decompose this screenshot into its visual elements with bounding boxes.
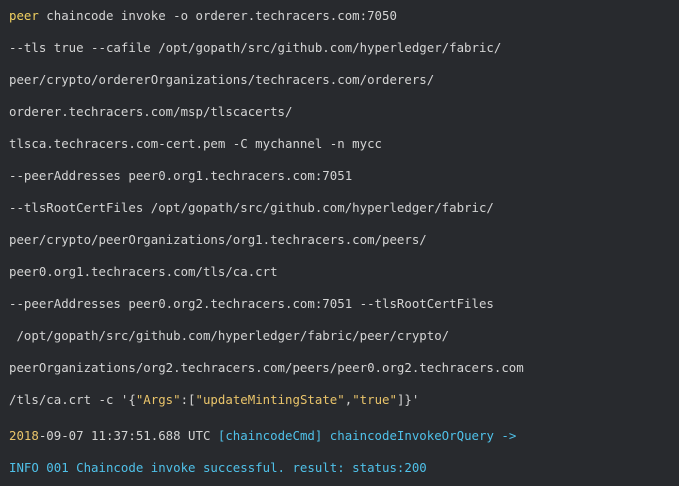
terminal-text-segment: --peerAddresses peer0.org2.techracers.co… — [9, 296, 494, 311]
terminal-line: /opt/gopath/src/github.com/hyperledger/f… — [9, 328, 449, 344]
terminal-text-segment: /tls/ca.crt -c '{ — [9, 392, 136, 407]
terminal-line: peer/crypto/peerOrganizations/org1.techr… — [9, 232, 427, 248]
terminal-text-segment: --tlsRootCertFiles /opt/gopath/src/githu… — [9, 200, 494, 215]
terminal-line: INFO 001 Chaincode invoke successful. re… — [9, 460, 427, 476]
terminal-line: --peerAddresses peer0.org2.techracers.co… — [9, 296, 494, 312]
terminal-text-segment: --tls true --cafile /opt/gopath/src/gith… — [9, 40, 502, 55]
terminal-text-segment: :[ — [180, 392, 196, 407]
terminal-text-segment: INFO 001 Chaincode invoke successful. re… — [9, 460, 427, 475]
terminal-line: /tls/ca.crt -c '{"Args":["updateMintingS… — [9, 392, 419, 408]
terminal-line: orderer.techracers.com/msp/tlscacerts/ — [9, 104, 292, 120]
terminal-text-segment: peer/crypto/ordererOrganizations/techrac… — [9, 72, 435, 87]
terminal-text-segment: /opt/gopath/src/github.com/hyperledger/f… — [9, 328, 450, 343]
terminal-text-segment: --peerAddresses peer0.org1.techracers.co… — [9, 168, 353, 183]
terminal-line: peer chaincode invoke -o orderer.techrac… — [9, 8, 397, 24]
terminal-line: 2018-09-07 11:37:51.688 UTC [chaincodeCm… — [9, 428, 516, 444]
terminal-text-segment: ]}' — [396, 392, 420, 407]
terminal-text-segment: 2018 — [9, 428, 39, 443]
terminal-text-segment: [chaincodeCmd] chaincodeInvokeOrQuery -> — [217, 428, 517, 443]
terminal-line: peer/crypto/ordererOrganizations/techrac… — [9, 72, 434, 88]
terminal-line: tlsca.techracers.com-cert.pem -C mychann… — [9, 136, 382, 152]
terminal-output: peer chaincode invoke -o orderer.techrac… — [0, 0, 679, 486]
terminal-text-segment: peerOrganizations/org2.techracers.com/pe… — [9, 360, 524, 375]
terminal-line: peer0.org1.techracers.com/tls/ca.crt — [9, 264, 278, 280]
terminal-line: --peerAddresses peer0.org1.techracers.co… — [9, 168, 352, 184]
terminal-text-segment: -09-07 11:37:51.688 UTC — [38, 428, 218, 443]
terminal-line: --tlsRootCertFiles /opt/gopath/src/githu… — [9, 200, 494, 216]
terminal-text-segment: "Args" — [135, 392, 181, 407]
terminal-text-segment: orderer.techracers.com/msp/tlscacerts/ — [9, 104, 293, 119]
terminal-text-segment: tlsca.techracers.com-cert.pem -C mychann… — [9, 136, 382, 151]
terminal-text-segment: peer — [9, 8, 39, 23]
terminal-text-segment: "true" — [352, 392, 397, 407]
terminal-text-segment: peer0.org1.techracers.com/tls/ca.crt — [9, 264, 278, 279]
terminal-text-segment: peer/crypto/peerOrganizations/org1.techr… — [9, 232, 427, 247]
terminal-text-segment: chaincode invoke -o orderer.techracers.c… — [38, 8, 397, 23]
terminal-line: --tls true --cafile /opt/gopath/src/gith… — [9, 40, 501, 56]
terminal-text-segment: "updateMintingState" — [195, 392, 345, 407]
terminal-line: peerOrganizations/org2.techracers.com/pe… — [9, 360, 524, 376]
